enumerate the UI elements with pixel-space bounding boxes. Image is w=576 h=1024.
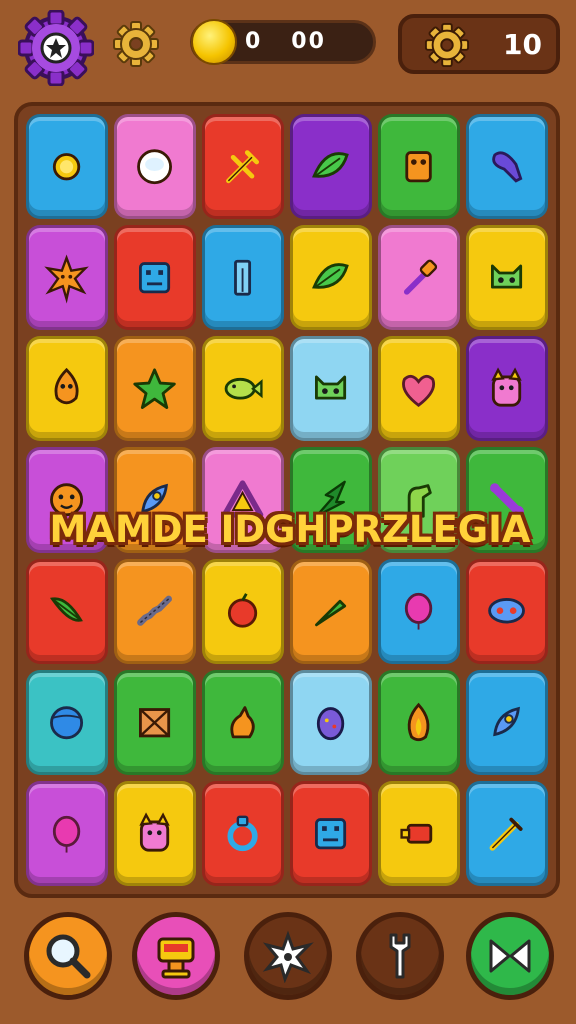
tile-carrot[interactable] bbox=[290, 558, 372, 664]
egg-icon bbox=[317, 706, 345, 740]
top-bar: 0 00 10 bbox=[0, 0, 576, 90]
mask-icon bbox=[488, 598, 526, 624]
brush-icon bbox=[404, 259, 438, 295]
sun-icon bbox=[53, 152, 81, 181]
tile-spring[interactable] bbox=[114, 558, 196, 664]
tool-button[interactable] bbox=[356, 912, 444, 1000]
leaf-icon bbox=[312, 152, 350, 178]
tile-heart[interactable] bbox=[378, 336, 460, 442]
cat-icon bbox=[139, 812, 171, 852]
apple-icon bbox=[228, 593, 258, 629]
tile-robot-box[interactable] bbox=[290, 780, 372, 886]
tile-leaf[interactable] bbox=[290, 225, 372, 331]
tile-apple[interactable] bbox=[202, 558, 284, 664]
cat-icon bbox=[491, 367, 523, 407]
tile-robot[interactable] bbox=[378, 114, 460, 220]
tile-leaf[interactable] bbox=[290, 114, 372, 220]
tile-cat-face[interactable] bbox=[466, 225, 548, 331]
tile-fox[interactable] bbox=[26, 336, 108, 442]
tile-brush[interactable] bbox=[378, 225, 460, 331]
tile-cat[interactable] bbox=[466, 336, 548, 442]
tile-ball[interactable] bbox=[26, 669, 108, 775]
cannon-icon bbox=[400, 823, 433, 844]
coin-count-text: 0 00 bbox=[245, 29, 326, 54]
tile-bird[interactable] bbox=[202, 669, 284, 775]
settings-gear-button[interactable] bbox=[18, 10, 94, 86]
magnifier-icon bbox=[46, 934, 91, 979]
sword-icon bbox=[490, 817, 524, 851]
carrot-icon bbox=[315, 600, 347, 627]
balloon-icon bbox=[53, 815, 81, 853]
plate-icon bbox=[137, 149, 173, 185]
gear-icon[interactable] bbox=[112, 20, 160, 68]
tile-box[interactable] bbox=[114, 669, 196, 775]
cat-face-icon bbox=[491, 264, 523, 289]
rocket-icon bbox=[493, 706, 521, 736]
tile-ring[interactable] bbox=[202, 780, 284, 886]
tile-egg[interactable] bbox=[290, 669, 372, 775]
tile-robot-box[interactable] bbox=[114, 225, 196, 331]
tile-balloon[interactable] bbox=[26, 780, 108, 886]
robot-box-icon bbox=[315, 817, 347, 849]
bow-icon bbox=[489, 939, 531, 973]
ring-icon bbox=[227, 815, 259, 851]
search-button[interactable] bbox=[24, 912, 112, 1000]
fox-icon bbox=[54, 368, 80, 405]
wrench-icon bbox=[389, 933, 411, 979]
fish-icon bbox=[225, 378, 264, 400]
tile-cannon[interactable] bbox=[378, 780, 460, 886]
tile-star[interactable] bbox=[114, 336, 196, 442]
feather-icon bbox=[50, 597, 84, 623]
tile-plate[interactable] bbox=[114, 114, 196, 220]
level-panel[interactable]: 10 bbox=[398, 14, 560, 74]
bottle-icon bbox=[492, 151, 523, 183]
powerup-button[interactable] bbox=[244, 912, 332, 1000]
flame-icon bbox=[408, 702, 430, 741]
robot-box-icon bbox=[139, 262, 171, 294]
tile-fish[interactable] bbox=[202, 336, 284, 442]
star-burst-icon bbox=[44, 254, 90, 304]
tile-flame[interactable] bbox=[378, 669, 460, 775]
tile-pillar[interactable] bbox=[202, 225, 284, 331]
bird-icon bbox=[230, 705, 256, 738]
tile-star-burst[interactable] bbox=[26, 225, 108, 331]
coin-counter: 0 00 bbox=[190, 19, 376, 65]
stand-icon bbox=[157, 937, 195, 979]
heart-icon bbox=[402, 375, 436, 408]
tile-sword[interactable] bbox=[466, 780, 548, 886]
star-icon bbox=[133, 368, 177, 410]
tile-cat-face[interactable] bbox=[290, 336, 372, 442]
puzzle-board bbox=[14, 102, 560, 898]
pillar-icon bbox=[234, 259, 252, 296]
bottom-toolbar bbox=[0, 906, 576, 1024]
leaf-icon bbox=[312, 263, 350, 289]
title-banner: MAMDE IDGHPRZLEGIA bbox=[49, 508, 531, 551]
coin-icon bbox=[191, 19, 237, 65]
shop-button[interactable] bbox=[132, 912, 220, 1000]
tile-mask[interactable] bbox=[466, 558, 548, 664]
tile-cat[interactable] bbox=[114, 780, 196, 886]
spring-icon bbox=[137, 596, 173, 627]
tile-bottle[interactable] bbox=[466, 114, 548, 220]
star-burst-icon bbox=[262, 930, 314, 983]
tool-icon bbox=[226, 150, 260, 184]
tile-feather[interactable] bbox=[26, 558, 108, 664]
tile-sun[interactable] bbox=[26, 114, 108, 220]
gear-icon bbox=[18, 10, 94, 86]
tile-balloon[interactable] bbox=[378, 558, 460, 664]
level-number: 10 bbox=[503, 28, 542, 61]
tile-tool[interactable] bbox=[202, 114, 284, 220]
ball-icon bbox=[50, 705, 84, 739]
box-icon bbox=[139, 707, 171, 737]
tile-rocket[interactable] bbox=[466, 669, 548, 775]
robot-icon bbox=[405, 151, 433, 183]
next-button[interactable] bbox=[466, 912, 554, 1000]
balloon-icon bbox=[405, 593, 433, 630]
gear-icon bbox=[424, 22, 470, 68]
cat-face-icon bbox=[315, 375, 347, 400]
